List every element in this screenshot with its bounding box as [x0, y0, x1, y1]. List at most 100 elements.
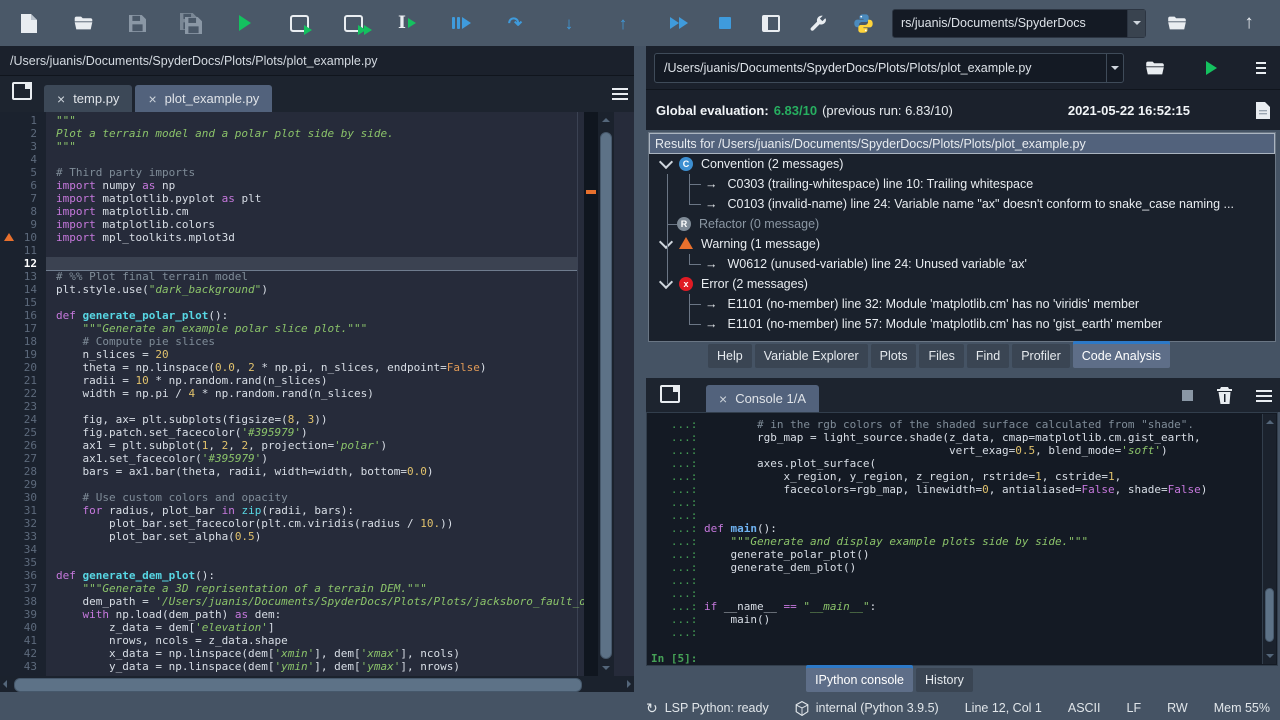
scroll-up-arrow[interactable]	[1266, 420, 1274, 424]
tab-ipython-console[interactable]: IPython console	[806, 668, 913, 692]
run-selection-button[interactable]: I	[390, 6, 424, 40]
tab-code-analysis[interactable]: Code Analysis	[1073, 344, 1170, 368]
status-lf: LF	[1127, 701, 1142, 715]
tab-find[interactable]: Find	[967, 344, 1009, 368]
line-number: 4	[0, 153, 46, 166]
console-prompt[interactable]: In [5]:	[651, 652, 1261, 665]
ipython-console[interactable]: ...: # in the rgb colors of the shaded s…	[646, 412, 1278, 666]
step-over-button[interactable]: ↷	[498, 6, 532, 40]
preferences-button[interactable]	[800, 6, 834, 40]
interrupt-kernel-icon[interactable]	[1182, 390, 1193, 401]
scroll-up-arrow[interactable]	[602, 118, 610, 122]
global-evaluation-label: Global evaluation:	[656, 103, 769, 118]
browse-tabs-icon[interactable]	[660, 385, 680, 403]
continue-execution-button[interactable]	[662, 6, 696, 40]
scroll-flag-column[interactable]	[584, 112, 598, 676]
scrollbar-thumb[interactable]	[600, 132, 612, 659]
editor-line: """	[46, 140, 584, 153]
close-icon[interactable]: ×	[719, 391, 727, 407]
scroll-down-arrow[interactable]	[602, 666, 610, 670]
console-options-menu-icon[interactable]	[1256, 390, 1272, 402]
analysis-file-combo[interactable]: /Users/juanis/Documents/SpyderDocs/Plots…	[654, 53, 1124, 83]
console-bottom-tab-bar: IPython consoleHistory	[646, 668, 1280, 694]
chevron-down-icon[interactable]	[659, 275, 673, 289]
editor-vertical-scrollbar[interactable]	[598, 112, 614, 676]
editor-line: theta = np.linspace(0.0, 2 * np.pi, n_sl…	[46, 361, 584, 374]
stop-debug-button[interactable]	[708, 6, 742, 40]
close-icon[interactable]: ×	[148, 91, 156, 107]
code-editor[interactable]: 1234567891011121314151617181920212223242…	[0, 112, 634, 677]
console-scrollbar[interactable]	[1262, 414, 1276, 664]
analysis-file-dropdown[interactable]	[1106, 54, 1123, 82]
step-into-button[interactable]: ↓	[552, 6, 586, 40]
editor-tab-plot_example-py[interactable]: ×plot_example.py	[135, 85, 272, 112]
editor-line: bars = ax1.bar(theta, radii, width=width…	[46, 465, 584, 478]
scroll-left-arrow[interactable]	[3, 680, 7, 688]
analysis-options-menu-icon[interactable]	[1256, 62, 1266, 74]
editor-options-menu-icon[interactable]	[612, 88, 628, 100]
save-all-button[interactable]	[174, 6, 208, 40]
arrow-up-icon: ↑	[1244, 12, 1254, 34]
working-directory-dropdown[interactable]	[1127, 10, 1145, 37]
editor-gutter[interactable]: 1234567891011121314151617181920212223242…	[0, 112, 46, 676]
save-icon	[129, 15, 146, 32]
tree-message[interactable]: →C0303 (trailing-whitespace) line 10: Tr…	[649, 174, 1275, 194]
tree-message[interactable]: →C0103 (invalid-name) line 24: Variable …	[649, 194, 1275, 214]
parent-directory-button[interactable]: ↑	[1232, 6, 1266, 40]
tree-message[interactable]: →W0612 (unused-variable) line 24: Unused…	[649, 254, 1275, 274]
save-file-button[interactable]	[120, 6, 154, 40]
scroll-right-arrow[interactable]	[627, 680, 631, 688]
run-analysis-button[interactable]	[1194, 53, 1228, 83]
chevron-down-icon[interactable]	[659, 155, 673, 169]
results-header-row[interactable]: Results for /Users/juanis/Documents/Spyd…	[649, 133, 1275, 154]
tab-files[interactable]: Files	[919, 344, 963, 368]
tab-variable-explorer[interactable]: Variable Explorer	[755, 344, 868, 368]
new-file-button[interactable]	[12, 6, 46, 40]
line-number: 40	[0, 621, 46, 634]
editor-horizontal-scrollbar[interactable]	[0, 676, 634, 692]
tree-message[interactable]: →E1101 (no-member) line 57: Module 'matp…	[649, 314, 1275, 334]
close-icon[interactable]: ×	[57, 91, 65, 107]
open-file-button[interactable]	[66, 6, 100, 40]
report-document-icon[interactable]	[1256, 102, 1270, 119]
step-return-button[interactable]: ↑	[606, 6, 640, 40]
maximize-icon	[762, 15, 780, 32]
python-logo-button[interactable]	[846, 6, 880, 40]
browse-tabs-icon[interactable]	[12, 82, 32, 100]
run-file-button[interactable]	[228, 6, 262, 40]
run-cell-button[interactable]	[282, 6, 316, 40]
tab-help[interactable]: Help	[708, 344, 752, 368]
chevron-down-icon[interactable]	[659, 235, 673, 249]
console-tab[interactable]: × Console 1/A	[706, 385, 819, 412]
editor-tab-temp-py[interactable]: ×temp.py	[44, 85, 132, 112]
console-line: ...:	[651, 496, 1261, 509]
editor-line: """Generate an example polar slice plot.…	[46, 322, 584, 335]
tree-group-refactor[interactable]: RRefactor (0 message)	[649, 214, 1275, 234]
line-number: 1	[0, 114, 46, 127]
tree-group-convention[interactable]: CConvention (2 messages)	[649, 154, 1275, 174]
debug-file-button[interactable]	[444, 6, 478, 40]
tree-message[interactable]: →E1101 (no-member) line 32: Module 'matp…	[649, 294, 1275, 314]
analysis-results-tree[interactable]: Results for /Users/juanis/Documents/Spyd…	[648, 132, 1276, 342]
warning-flag-marker[interactable]	[586, 190, 596, 194]
browse-working-directory-button[interactable]	[1160, 6, 1194, 40]
editor-line	[46, 296, 584, 309]
tab-history[interactable]: History	[916, 668, 973, 692]
scrollbar-thumb[interactable]	[14, 678, 582, 692]
scroll-down-arrow[interactable]	[1266, 654, 1274, 658]
line-number: 32	[0, 517, 46, 530]
scrollbar-thumb[interactable]	[1265, 588, 1274, 642]
working-directory-combo[interactable]: rs/juanis/Documents/SpyderDocs	[892, 9, 1146, 38]
tree-group-error[interactable]: xError (2 messages)	[649, 274, 1275, 294]
tab-plots[interactable]: Plots	[871, 344, 917, 368]
spyder-window: I ↷ ↓ ↑ rs/juanis/Documents/SpyderDocs ↑ /U…	[0, 0, 1280, 720]
folder-icon	[1145, 60, 1165, 76]
tab-profiler[interactable]: Profiler	[1012, 344, 1070, 368]
tree-group-warning[interactable]: Warning (1 message)	[649, 234, 1275, 254]
play-icon	[670, 17, 679, 29]
run-cell-advance-button[interactable]	[336, 6, 370, 40]
editor-code-area[interactable]: """Plot a terrain model and a polar plot…	[46, 112, 584, 676]
analysis-browse-button[interactable]	[1138, 53, 1172, 83]
remove-variables-icon[interactable]	[1217, 387, 1232, 404]
maximize-pane-button[interactable]	[754, 6, 788, 40]
